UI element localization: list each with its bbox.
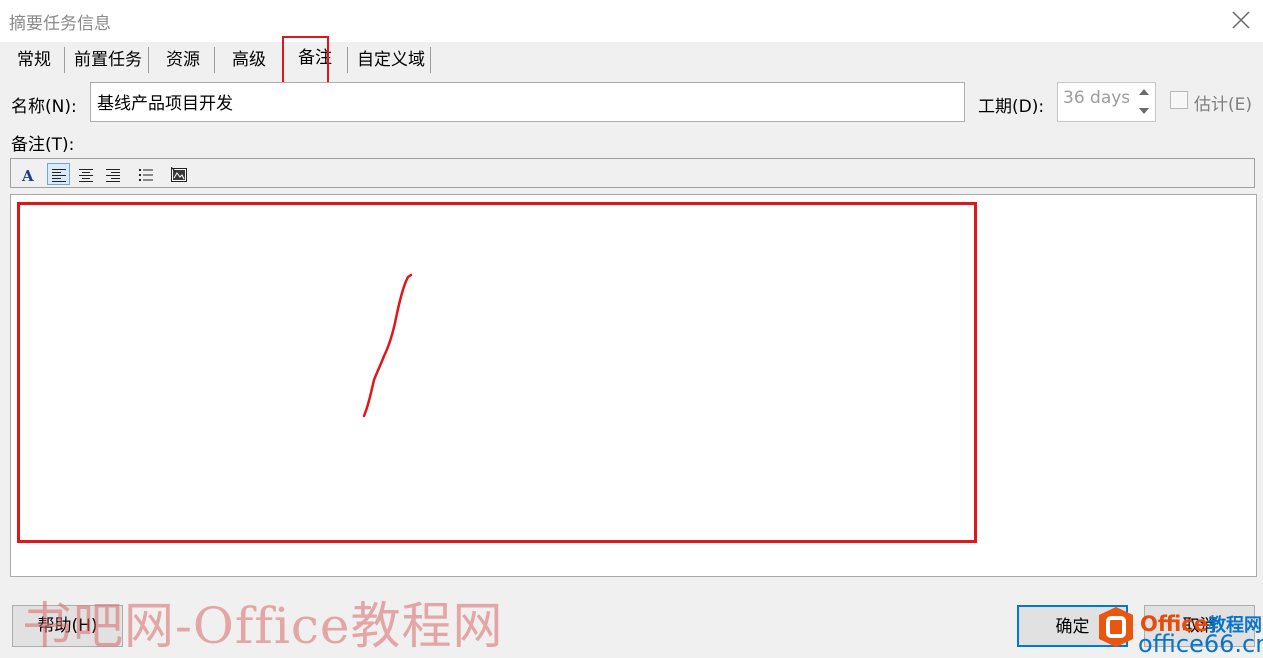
tab-separator xyxy=(430,47,431,73)
notes-label: 备注(T): xyxy=(11,135,75,155)
tab-separator xyxy=(214,47,215,73)
insert-object-button[interactable] xyxy=(167,163,190,185)
chevron-down-icon xyxy=(1139,108,1149,114)
tab-advanced[interactable]: 高级 xyxy=(226,46,272,74)
dialog-title: 摘要任务信息 xyxy=(9,14,111,34)
bullet-list-icon xyxy=(139,169,153,181)
estimated-label: 估计(E) xyxy=(1194,95,1253,115)
highlight-box-notes-area xyxy=(17,202,977,543)
name-label: 名称(N): xyxy=(11,97,77,117)
align-right-icon xyxy=(106,169,120,182)
align-center-icon xyxy=(79,169,93,182)
tab-separator xyxy=(148,47,149,73)
chevron-up-icon xyxy=(1139,89,1149,95)
tab-separator xyxy=(64,47,65,73)
align-left-icon xyxy=(52,169,66,182)
bullet-list-button[interactable] xyxy=(134,163,157,185)
watermark-text: 书吧网-Office教程网 xyxy=(22,597,504,655)
title-bar xyxy=(0,0,1263,42)
align-center-button[interactable] xyxy=(74,163,97,185)
close-button[interactable] xyxy=(1222,2,1260,38)
estimated-checkbox[interactable] xyxy=(1170,91,1188,109)
notes-toolbar xyxy=(10,158,1255,188)
svg-text:A: A xyxy=(21,167,34,183)
duration-value: 36 days xyxy=(1063,88,1129,108)
duration-label: 工期(D): xyxy=(978,97,1045,117)
duration-spin-down[interactable] xyxy=(1133,102,1155,121)
tab-general[interactable]: 常规 xyxy=(11,46,57,74)
watermark-logo-domain: office66.cn xyxy=(1138,630,1263,658)
red-pen-stroke xyxy=(362,273,413,418)
close-icon xyxy=(1232,11,1250,29)
insert-object-icon xyxy=(171,167,187,182)
duration-spin-up[interactable] xyxy=(1133,83,1155,102)
office-logo-icon xyxy=(1099,607,1133,647)
font-icon: A xyxy=(21,167,34,183)
align-right-button[interactable] xyxy=(101,163,124,185)
tab-separator xyxy=(347,47,348,73)
tab-predecessors[interactable]: 前置任务 xyxy=(70,46,146,74)
tab-resources[interactable]: 资源 xyxy=(160,46,206,74)
tab-custom-fields[interactable]: 自定义域 xyxy=(353,46,429,74)
font-button[interactable]: A xyxy=(16,163,39,185)
align-left-button[interactable] xyxy=(47,163,70,185)
name-input[interactable]: 基线产品项目开发 xyxy=(90,82,965,122)
